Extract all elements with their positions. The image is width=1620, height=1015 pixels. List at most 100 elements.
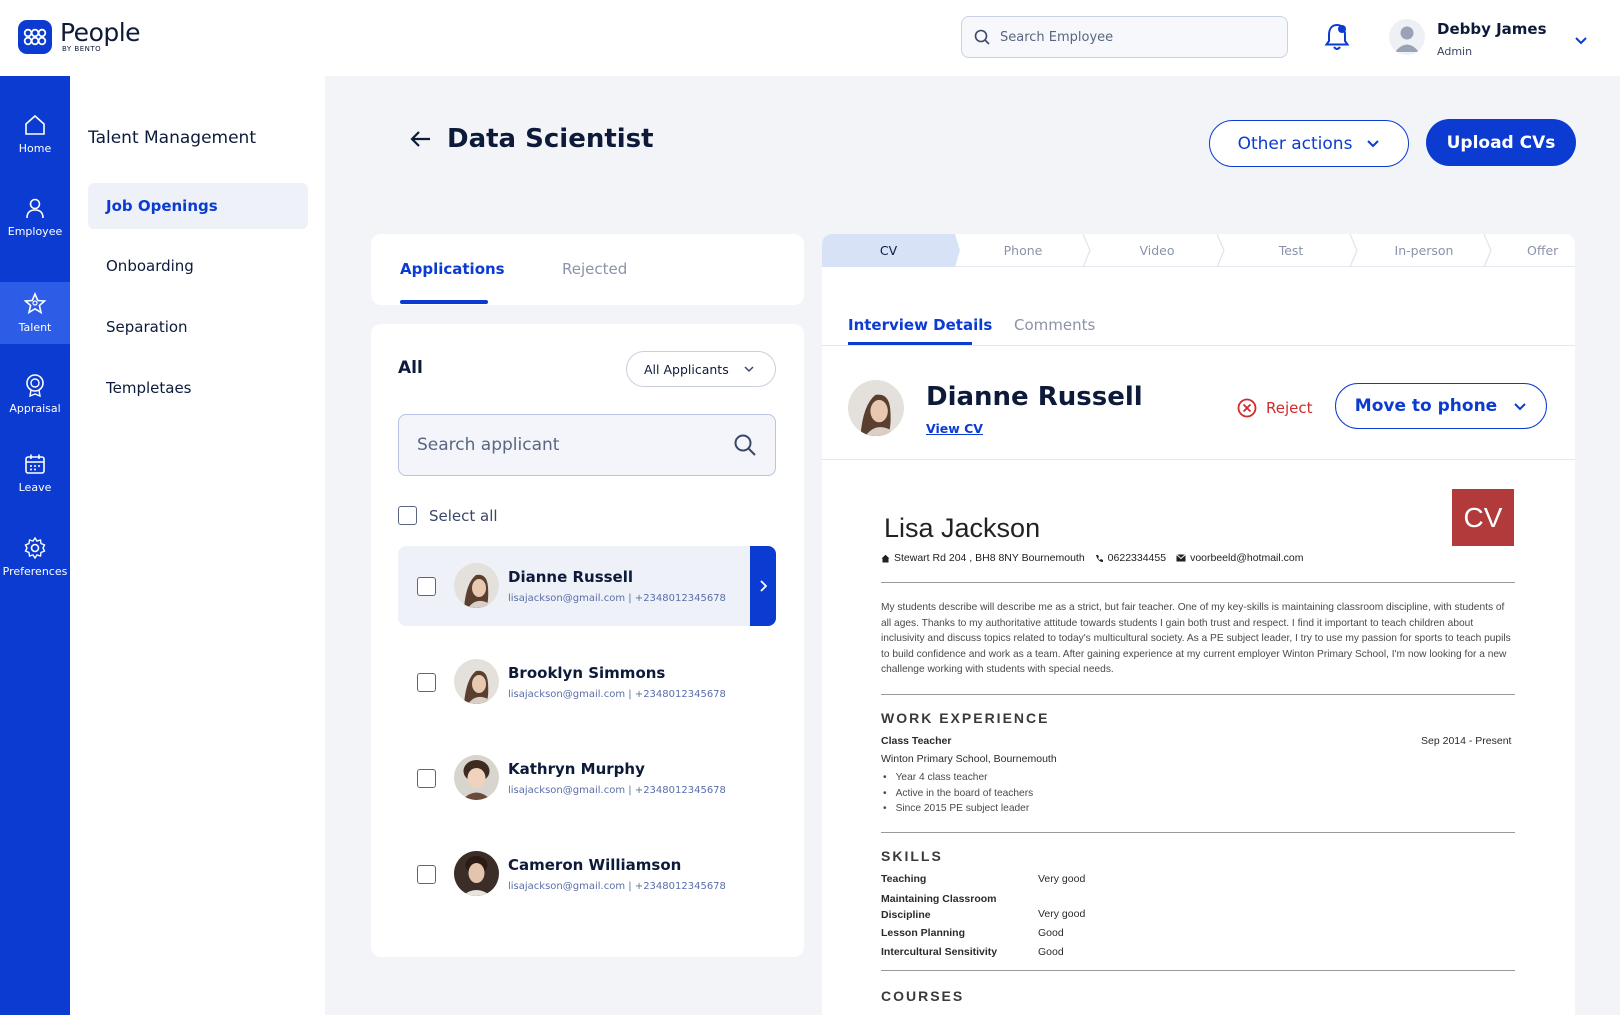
applicant-name: Kathryn Murphy [508,760,645,778]
applicant-name: Dianne Russell [508,568,634,586]
cv-skill-name: Intercultural Sensitivity [881,946,998,958]
applicant-row[interactable]: Dianne Russell lisajackson@gmail.com | +… [398,546,776,626]
cv-skill-level: Good [1038,946,1064,958]
cv-courses-heading: COURSES [881,988,965,1004]
mail-icon [1176,554,1186,562]
rail-item-preferences[interactable]: Preferences [0,526,70,588]
primary-sidebar: Home Employee Talent Appraisal Leave Pre… [0,76,70,1015]
row-checkbox[interactable] [417,769,436,788]
applicant-contact: lisajackson@gmail.com | +2348012345678 [508,881,726,892]
notifications-bell-icon[interactable] [1324,22,1350,56]
rail-item-appraisal[interactable]: Appraisal [0,363,70,425]
tab-divider [822,345,1575,346]
filter-value: All Applicants [644,361,729,377]
cv-job-employer: Winton Primary School, Bournemouth [881,753,1057,765]
applicant-contact: lisajackson@gmail.com | +2348012345678 [508,785,726,796]
rail-label: Talent [18,321,52,334]
chevron-down-icon [1514,402,1526,410]
rail-label: Appraisal [9,402,61,415]
cv-skill-level: Very good [1038,873,1086,885]
nav-item-onboarding[interactable]: Onboarding [88,243,308,289]
user-icon [26,198,44,219]
user-role: Admin [1437,45,1473,58]
applicant-row[interactable]: Cameron Williamson lisajackson@gmail.com… [398,834,776,914]
cv-address: Stewart Rd 204 , BH8 8NY Bournemouth [894,552,1085,564]
tab-comments[interactable]: Comments [1014,316,1095,334]
calendar-icon [25,454,45,474]
stage-offer[interactable]: Offer [1495,234,1575,267]
stage-video[interactable]: Video [1092,234,1222,267]
gear-icon [24,536,46,560]
section-title: Talent Management [88,128,256,148]
rail-item-home[interactable]: Home [0,103,70,165]
rail-item-talent[interactable]: Talent [0,282,70,344]
nav-item-job-openings[interactable]: Job Openings [88,183,308,229]
cv-divider [881,832,1515,833]
tab-interview-details[interactable]: Interview Details [848,316,992,334]
stage-cv[interactable]: CV [822,234,955,267]
cv-bullet: Year 4 class teacher [881,770,1033,786]
search-icon[interactable] [733,433,757,457]
stage-in-person[interactable]: In-person [1359,234,1489,267]
cv-work-heading: WORK EXPERIENCE [881,710,1050,726]
user-avatar[interactable] [1389,19,1425,55]
stage-phone[interactable]: Phone [958,234,1088,267]
applicant-name: Cameron Williamson [508,856,682,874]
applicant-name: Brooklyn Simmons [508,664,666,682]
select-all-label: Select all [429,506,498,525]
chevron-down-icon [744,366,754,373]
list-heading: All [398,358,423,378]
applicant-contact: lisajackson@gmail.com | +2348012345678 [508,689,726,700]
nav-item-separation[interactable]: Separation [88,304,308,350]
cv-email: voorbeeld@hotmail.com [1190,552,1304,564]
chevron-right-icon[interactable] [750,546,776,626]
applicant-search[interactable] [398,414,776,476]
applicant-search-input[interactable] [417,435,717,455]
cv-divider [881,582,1515,583]
applicant-row[interactable]: Kathryn Murphy lisajackson@gmail.com | +… [398,738,776,818]
cv-summary: My students describe will describe me as… [881,602,1511,675]
stage-progress: CV Phone Video Test In-person Offer [822,234,1575,267]
employee-search-input[interactable] [1000,29,1260,45]
search-icon [974,29,990,45]
employee-search[interactable] [961,16,1288,58]
cv-job-bullets: Year 4 class teacher Active in the board… [881,770,1034,817]
other-actions-button[interactable]: Other actions [1209,120,1409,167]
stage-test[interactable]: Test [1226,234,1356,267]
row-checkbox[interactable] [417,865,436,884]
applicant-row[interactable]: Brooklyn Simmons lisajackson@gmail.com |… [398,642,776,722]
select-all[interactable]: Select all [398,506,498,525]
cv-bullet: Since 2015 PE subject leader [881,801,1033,817]
nav-item-templates[interactable]: Templetaes [88,365,308,411]
other-actions-label: Other actions [1237,133,1353,154]
cv-name: Lisa Jackson [884,513,1041,543]
cv-skill-name: Lesson Planning [881,927,966,939]
app-logo[interactable]: People BY BENTO [18,20,141,54]
main-content: Data Scientist Other actions Upload CVs … [325,76,1620,1015]
interview-detail-panel: CV Phone Video Test In-person Offer Inte… [822,234,1575,1015]
tab-rejected[interactable]: Rejected [562,260,627,278]
row-checkbox[interactable] [417,577,436,596]
candidate-name: Dianne Russell [926,382,1143,412]
rail-item-leave[interactable]: Leave [0,442,70,504]
upload-cvs-button[interactable]: Upload CVs [1426,119,1576,166]
rail-item-employee[interactable]: Employee [0,186,70,248]
rail-label: Employee [7,225,63,238]
move-stage-button[interactable]: Move to phone [1335,383,1547,429]
row-checkbox[interactable] [417,673,436,692]
applicant-filter-dropdown[interactable]: All Applicants [626,351,776,387]
user-name[interactable]: Debby James [1437,20,1547,38]
view-cv-link[interactable]: View CV [926,421,983,436]
back-arrow-icon[interactable] [409,130,431,148]
select-all-checkbox[interactable] [398,506,417,525]
page-header: Data Scientist [409,124,654,154]
applicant-avatar [454,755,499,800]
stage-arrow-separator [1483,234,1492,267]
cv-job-dates: Sep 2014 - Present [1421,735,1512,747]
tab-applications[interactable]: Applications [400,260,505,278]
reject-button[interactable]: Reject [1237,398,1313,418]
cv-skills-heading: SKILLS [881,848,943,864]
rail-label: Leave [18,481,52,494]
cv-job-title: Class Teacher [881,735,952,747]
chevron-down-icon[interactable] [1574,30,1588,49]
